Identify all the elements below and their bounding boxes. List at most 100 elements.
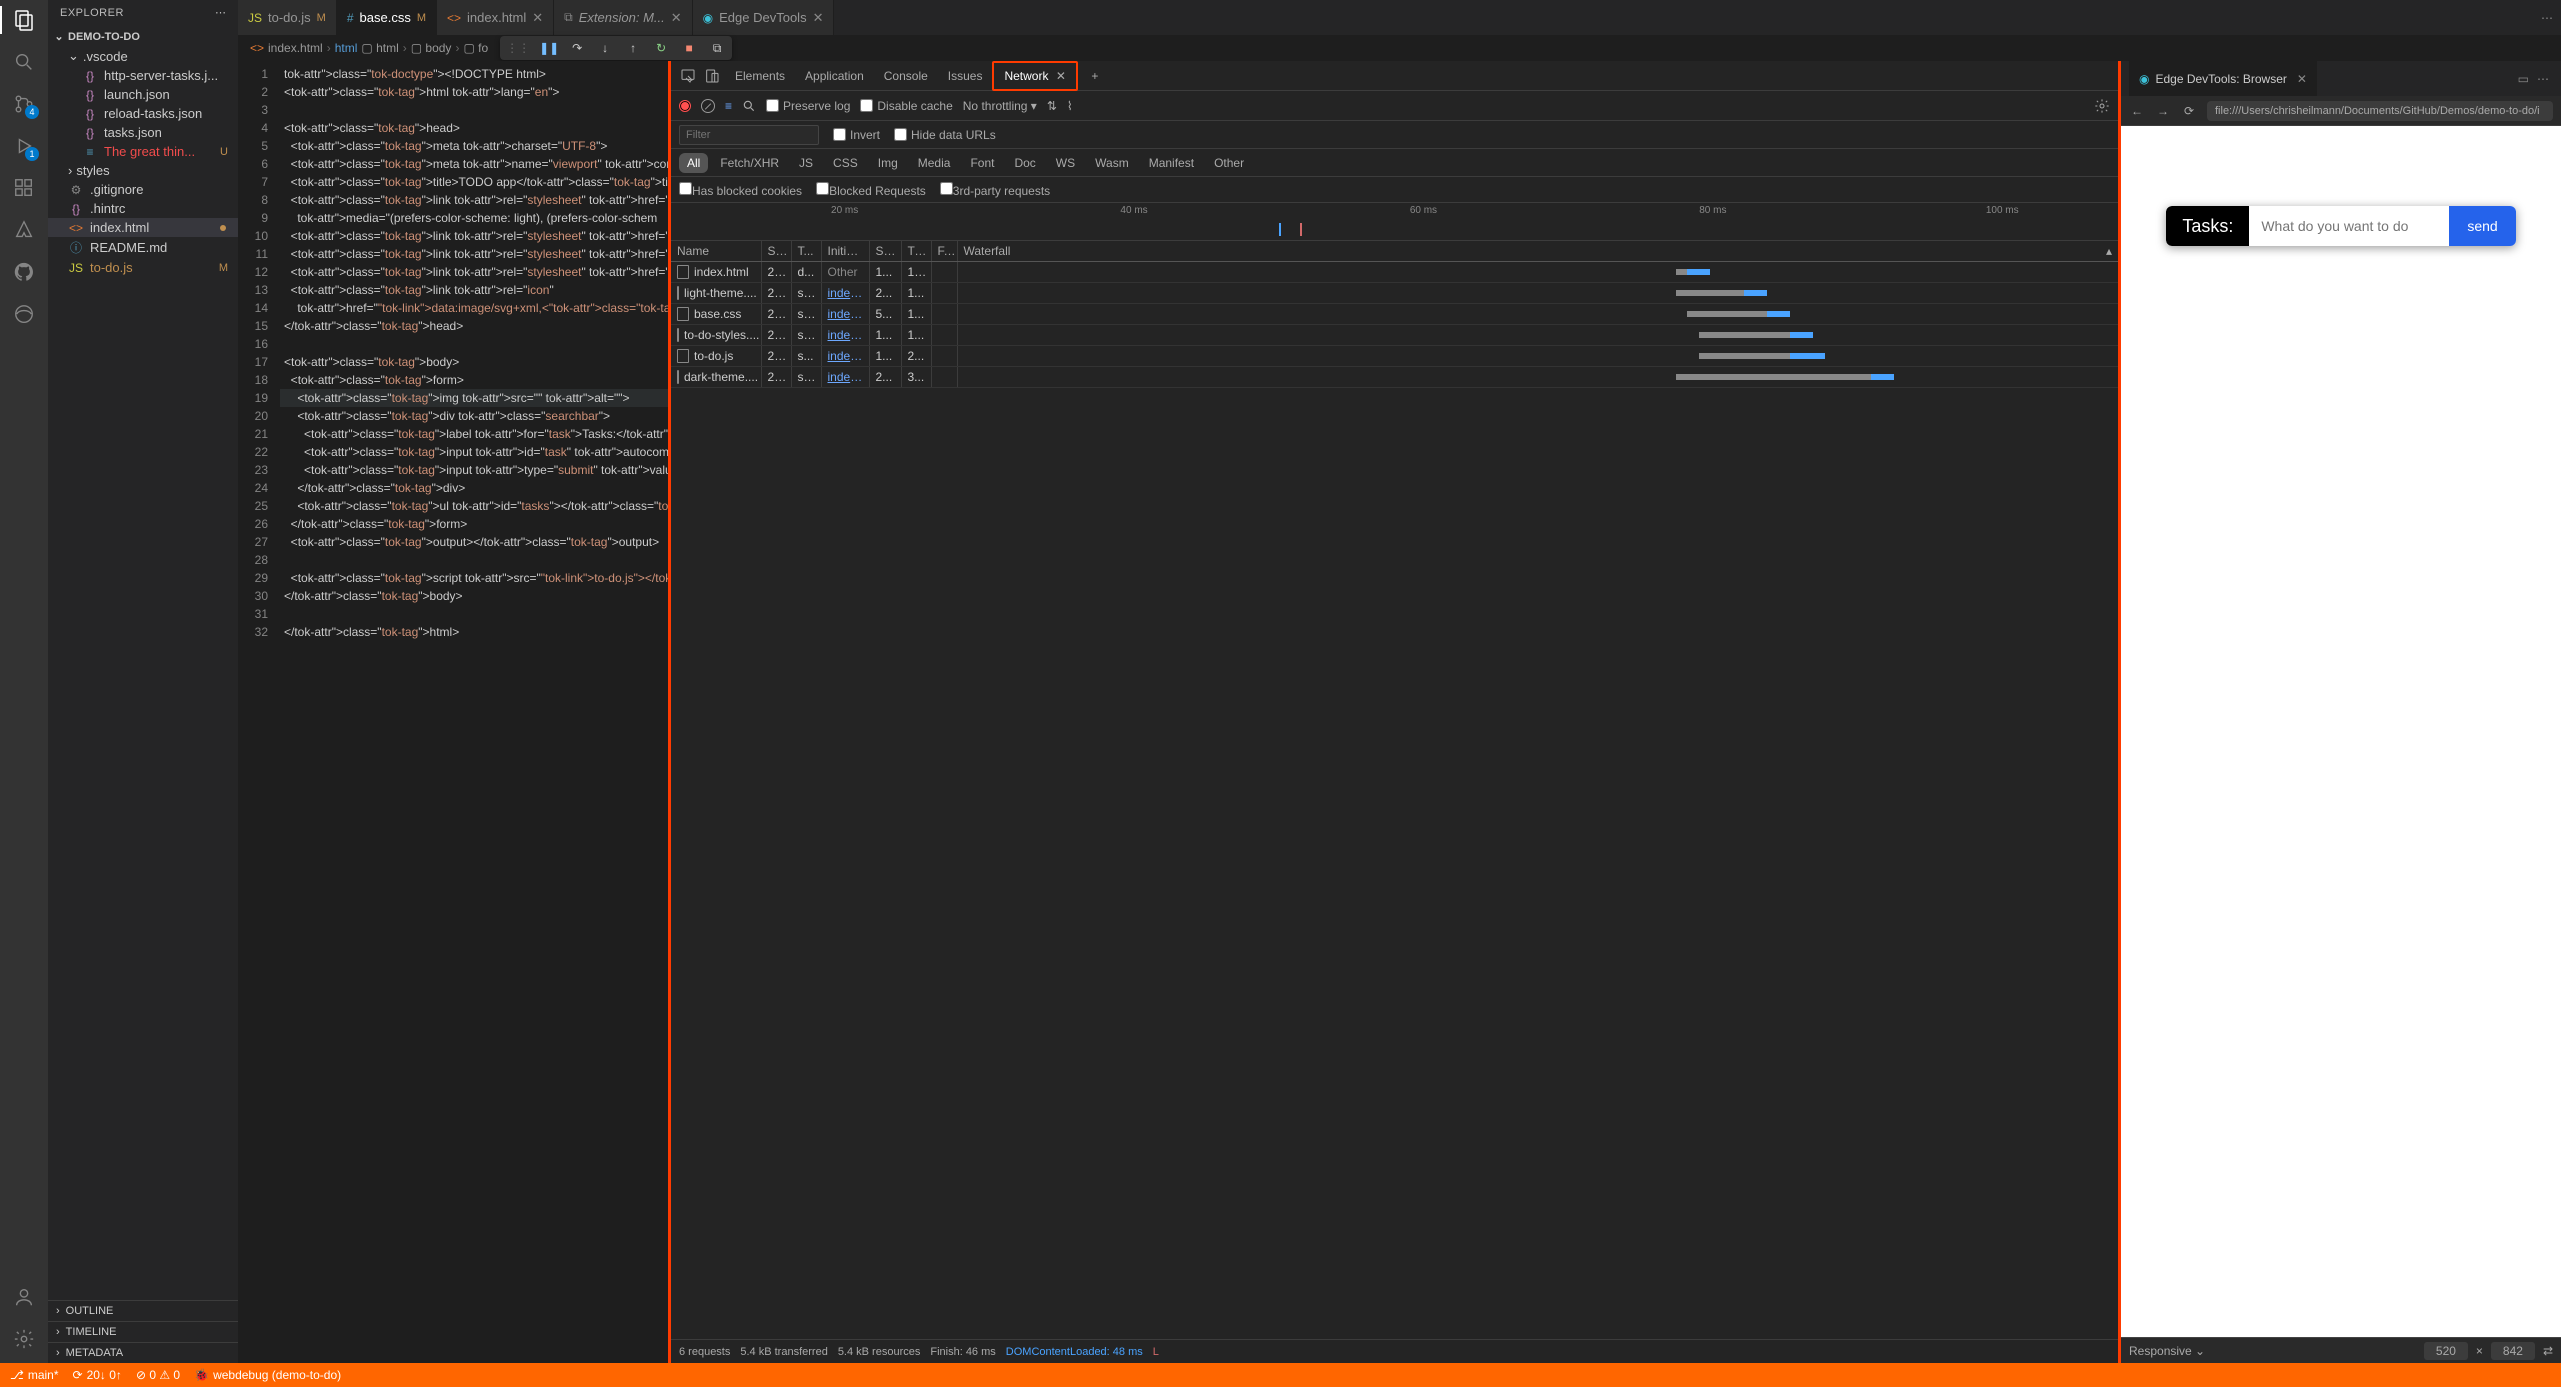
file-item[interactable]: JSto-do.jsM: [48, 258, 238, 277]
file-item[interactable]: {}launch.json: [48, 85, 238, 104]
reload-icon[interactable]: ⟳: [2181, 104, 2197, 118]
code-editor[interactable]: 1 2 3 4 5 6 7 8 9 10 11 12 13 14 15 16 1…: [238, 61, 668, 1363]
filter-chip[interactable]: Font: [962, 153, 1002, 173]
width-input[interactable]: 520: [2424, 1342, 2468, 1360]
network-row[interactable]: dark-theme....200st...index...2...3...: [671, 367, 2118, 388]
explorer-icon[interactable]: [12, 8, 36, 32]
block-checkbox[interactable]: 3rd-party requests: [940, 182, 1050, 198]
source-control-icon[interactable]: 4: [12, 92, 36, 116]
file-item[interactable]: ⚙.gitignore: [48, 180, 238, 199]
editor-tab[interactable]: ⧉Extension: M...✕: [554, 0, 692, 35]
stop-icon[interactable]: ■: [680, 39, 698, 57]
folder-item[interactable]: ⌄.vscode: [48, 46, 238, 66]
problems-indicator[interactable]: ⊘ 0 ⚠ 0: [136, 1368, 180, 1382]
file-item[interactable]: {}tasks.json: [48, 123, 238, 142]
editor-tab[interactable]: #base.cssM: [337, 0, 437, 35]
azure-icon[interactable]: [12, 218, 36, 242]
step-over-icon[interactable]: ↷: [568, 39, 586, 57]
filter-chip[interactable]: Fetch/XHR: [712, 153, 787, 173]
devtools-tab[interactable]: Network ✕: [992, 61, 1077, 91]
file-item[interactable]: {}reload-tasks.json: [48, 104, 238, 123]
debug-target[interactable]: 🐞 webdebug (demo-to-do): [194, 1368, 341, 1382]
filter-chip[interactable]: JS: [791, 153, 821, 173]
disable-cache-checkbox[interactable]: Disable cache: [860, 99, 952, 113]
online-icon[interactable]: ⇅: [1047, 99, 1057, 113]
edge-icon[interactable]: [12, 302, 36, 326]
settings-icon[interactable]: [12, 1327, 36, 1351]
block-checkbox[interactable]: Blocked Requests: [816, 182, 926, 198]
network-row[interactable]: light-theme....200st...index...2...1...: [671, 283, 2118, 304]
forward-icon[interactable]: →: [2155, 104, 2171, 118]
hide-data-urls-checkbox[interactable]: Hide data URLs: [894, 128, 996, 142]
file-item[interactable]: {}http-server-tasks.j...: [48, 66, 238, 85]
github-icon[interactable]: [12, 260, 36, 284]
filter-input[interactable]: [679, 125, 819, 145]
editor-tab[interactable]: ◉Edge DevTools✕: [693, 0, 835, 35]
add-tab-icon[interactable]: +: [1084, 65, 1106, 87]
filter-icon[interactable]: ≡: [725, 99, 732, 113]
folder-item[interactable]: ›styles: [48, 161, 238, 180]
branch-indicator[interactable]: ⎇ main*: [10, 1368, 59, 1382]
file-item[interactable]: ⓘREADME.md: [48, 237, 238, 258]
drag-handle-icon[interactable]: ⋮⋮: [506, 41, 530, 55]
editor-tab[interactable]: <>index.html✕: [437, 0, 554, 35]
rotate-icon[interactable]: ⇄: [2543, 1344, 2553, 1358]
filter-chip[interactable]: Doc: [1006, 153, 1043, 173]
send-button[interactable]: send: [2449, 206, 2515, 246]
close-icon[interactable]: ✕: [2297, 72, 2307, 86]
responsive-select[interactable]: Responsive ⌄: [2129, 1344, 2205, 1358]
filter-chip[interactable]: CSS: [825, 153, 866, 173]
browser-tab[interactable]: ◉ Edge DevTools: Browser ✕: [2129, 61, 2317, 96]
collapsed-panel[interactable]: ›OUTLINE: [48, 1300, 238, 1321]
editor-tab[interactable]: JSto-do.jsM: [238, 0, 337, 35]
wifi-icon[interactable]: ⌇: [1067, 99, 1073, 113]
devtools-tab[interactable]: Elements: [725, 63, 795, 89]
collapsed-panel[interactable]: ›TIMELINE: [48, 1321, 238, 1342]
pause-icon[interactable]: ❚❚: [540, 39, 558, 57]
network-row[interactable]: to-do.js200s...index...1...2...: [671, 346, 2118, 367]
more-icon[interactable]: ⋯: [2537, 72, 2549, 86]
file-item[interactable]: ≡The great thin...U: [48, 142, 238, 161]
devtools-tab[interactable]: Application: [795, 63, 874, 89]
split-icon[interactable]: ▭: [2518, 72, 2529, 86]
back-icon[interactable]: ←: [2129, 104, 2145, 118]
preserve-log-checkbox[interactable]: Preserve log: [766, 99, 850, 113]
filter-chip[interactable]: All: [679, 153, 708, 173]
filter-chip[interactable]: Manifest: [1141, 153, 1202, 173]
debug-icon[interactable]: 1: [12, 134, 36, 158]
project-root[interactable]: ⌄DEMO-TO-DO: [48, 27, 238, 46]
filter-chip[interactable]: Media: [910, 153, 959, 173]
extensions-icon[interactable]: [12, 176, 36, 200]
restart-icon[interactable]: ↻: [652, 39, 670, 57]
search-icon[interactable]: [12, 50, 36, 74]
step-into-icon[interactable]: ↓: [596, 39, 614, 57]
task-input[interactable]: [2249, 206, 2449, 246]
file-item[interactable]: {}.hintrc: [48, 199, 238, 218]
throttling-select[interactable]: No throttling ▾: [963, 99, 1037, 113]
filter-chip[interactable]: Img: [870, 153, 906, 173]
network-table[interactable]: NameS...T...InitiatorSizeTi...F...Waterf…: [671, 241, 2118, 1339]
file-item[interactable]: <>index.html: [48, 218, 238, 237]
devtools-tab[interactable]: Issues: [938, 63, 993, 89]
network-timeline[interactable]: 20 ms40 ms60 ms80 ms100 ms: [671, 203, 2118, 241]
account-icon[interactable]: [12, 1285, 36, 1309]
invert-checkbox[interactable]: Invert: [833, 128, 880, 142]
record-icon[interactable]: [679, 100, 691, 112]
screencast-icon[interactable]: ⧉: [708, 39, 726, 57]
sidebar-more-icon[interactable]: ⋯: [215, 6, 226, 19]
devtools-tab[interactable]: Console: [874, 63, 938, 89]
collapsed-panel[interactable]: ›METADATA: [48, 1342, 238, 1363]
clear-icon[interactable]: [701, 99, 715, 113]
network-row[interactable]: index.html200d...Other1...1 ...: [671, 262, 2118, 283]
sync-indicator[interactable]: ⟳ 20↓ 0↑: [73, 1368, 122, 1382]
search-icon[interactable]: [742, 99, 756, 113]
network-row[interactable]: base.css200st...index...5...1...: [671, 304, 2118, 325]
filter-chip[interactable]: Wasm: [1087, 153, 1137, 173]
filter-chip[interactable]: Other: [1206, 153, 1252, 173]
url-bar[interactable]: file:///Users/chrisheilmann/Documents/Gi…: [2207, 101, 2553, 121]
network-row[interactable]: to-do-styles....200st...index...1...1...: [671, 325, 2118, 346]
filter-chip[interactable]: WS: [1048, 153, 1083, 173]
more-icon[interactable]: ⋯: [2541, 11, 2553, 25]
block-checkbox[interactable]: Has blocked cookies: [679, 182, 802, 198]
gear-icon[interactable]: [2094, 98, 2110, 114]
